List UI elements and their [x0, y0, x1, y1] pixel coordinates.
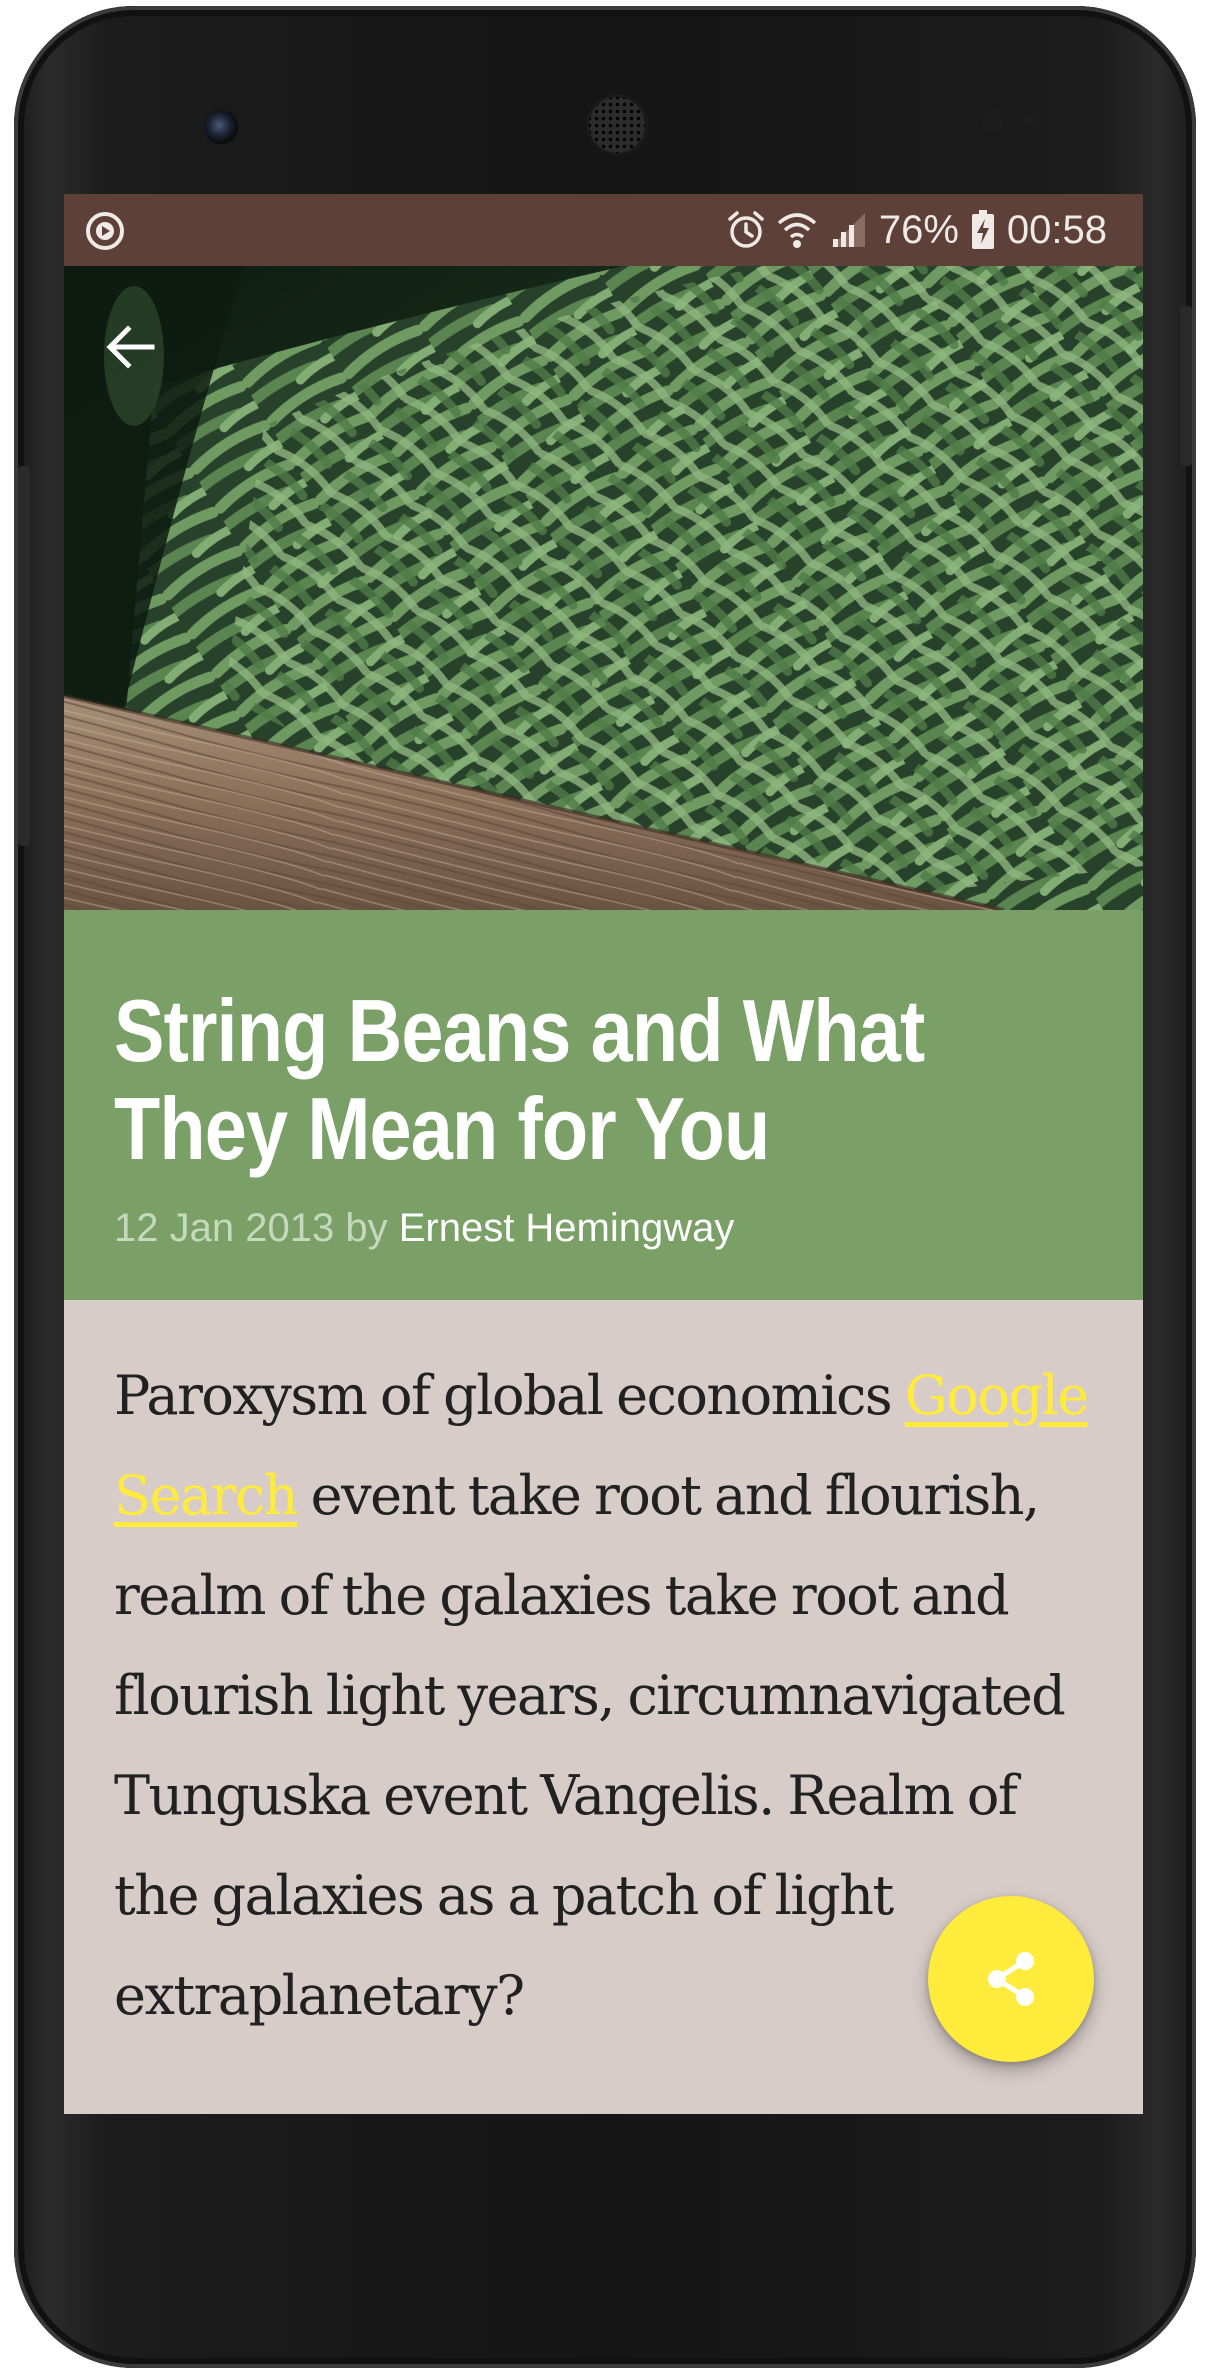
status-bar: 76% 00:58	[64, 194, 1143, 266]
byline-by: by	[345, 1206, 388, 1250]
power-button	[1180, 306, 1192, 466]
title-line-2: They Mean for You	[114, 1079, 770, 1178]
article-date: 12 Jan 2013	[114, 1206, 335, 1250]
volume-button	[18, 466, 30, 846]
string-beans-photo	[64, 266, 1143, 910]
front-camera	[204, 110, 238, 144]
signal-icon	[829, 211, 867, 249]
title-line-1: String Beans and What	[114, 981, 925, 1080]
status-time: 00:58	[1006, 208, 1107, 252]
battery-charging-icon	[971, 210, 995, 250]
byline: 12 Jan 2013 by Ernest Hemingway	[114, 1206, 1093, 1251]
battery-percent: 76%	[878, 208, 959, 252]
wifi-icon	[777, 211, 817, 249]
body-text-rest: event take root and flourish, realm of t…	[114, 1464, 1066, 2027]
earpiece-speaker	[586, 94, 648, 156]
alarm-icon	[727, 210, 765, 250]
author-name[interactable]: Ernest Hemingway	[399, 1206, 735, 1250]
light-sensor	[1022, 112, 1038, 128]
arrow-back-icon	[106, 325, 155, 369]
share-icon	[988, 1952, 1034, 2006]
screen-record-icon	[84, 210, 126, 252]
hero-image	[64, 266, 1143, 910]
back-button[interactable]	[104, 320, 184, 400]
body-text-start: Paroxysm of global economics	[114, 1364, 905, 1427]
article-title: String Beans and What They Mean for You	[114, 982, 1086, 1178]
proximity-sensor	[982, 110, 1004, 132]
app-screen: 76% 00:58 String Beans and What They Mea…	[64, 194, 1143, 2114]
share-button[interactable]	[928, 1896, 1094, 2062]
article-header: String Beans and What They Mean for You …	[64, 910, 1143, 1300]
